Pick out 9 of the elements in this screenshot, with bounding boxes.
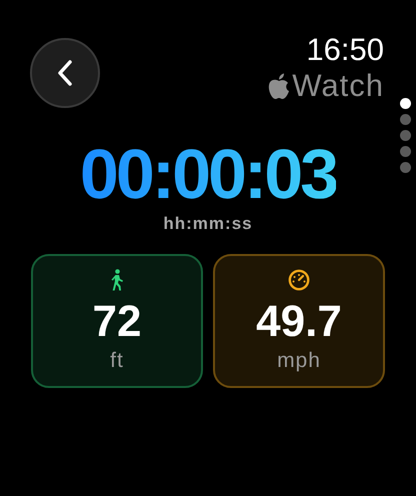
- device-label: Watch: [292, 68, 384, 104]
- apple-icon: [267, 72, 292, 100]
- metric-unit: ft: [110, 348, 124, 374]
- chevron-left-icon: [57, 59, 73, 87]
- metric-value: 49.7: [256, 296, 342, 348]
- time-format-label: hh:mm:ss: [163, 214, 253, 234]
- metric-unit: mph: [277, 348, 321, 374]
- metric-value: 72: [92, 296, 142, 348]
- clock-time: 16:50: [306, 32, 384, 68]
